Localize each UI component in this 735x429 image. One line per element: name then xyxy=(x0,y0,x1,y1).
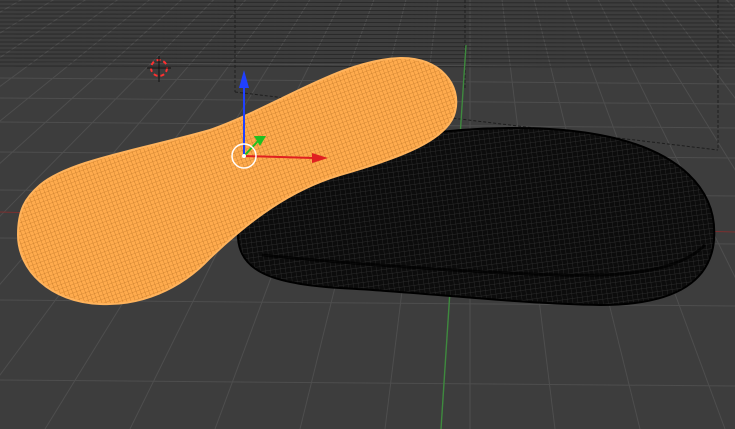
3d-viewport[interactable] xyxy=(0,0,735,429)
